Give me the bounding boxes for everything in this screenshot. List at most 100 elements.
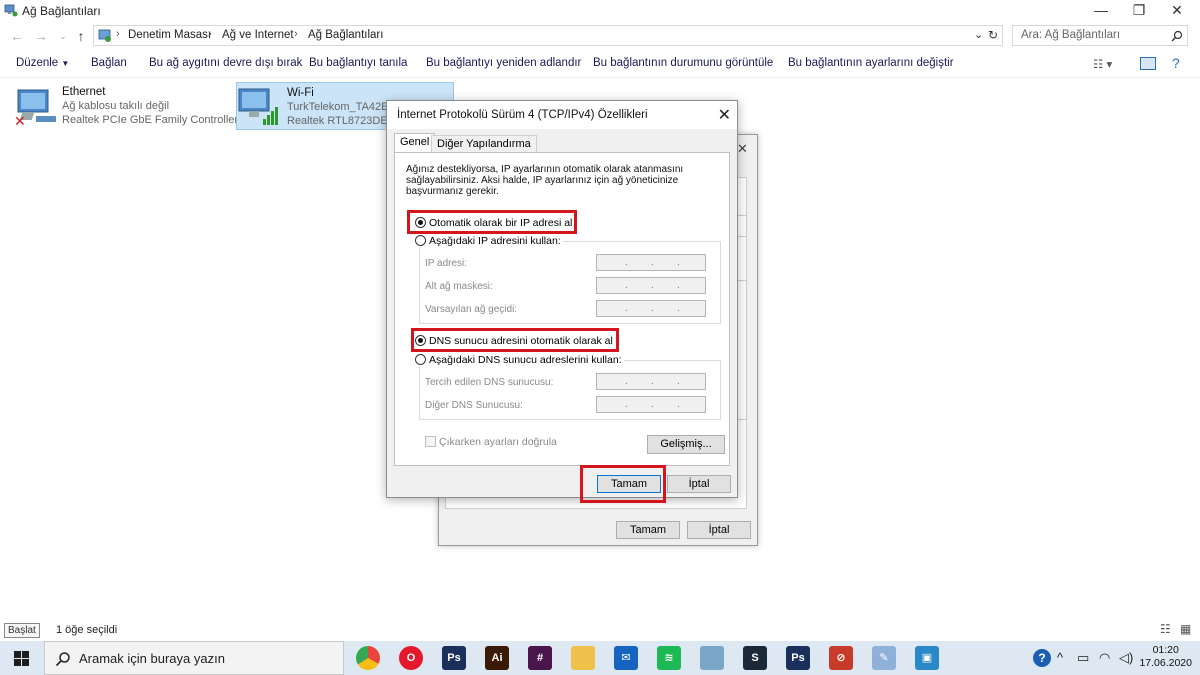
photoshop-2-app-icon[interactable]: Ps — [786, 646, 810, 670]
rename-button[interactable]: Bu bağlantıyı yeniden adlandır — [426, 57, 581, 69]
ok-button[interactable]: Tamam — [616, 521, 680, 539]
help-tray-icon[interactable]: ? — [1033, 649, 1051, 667]
start-button[interactable] — [0, 641, 44, 675]
address-bar[interactable]: › Denetim Masası › Ağ ve Internet › Ağ B… — [93, 25, 1003, 46]
auto-dns-radio[interactable]: DNS sunucu adresini otomatik olarak al — [415, 335, 613, 347]
mail-app-icon[interactable]: ✉ — [614, 646, 638, 670]
diagnose-button[interactable]: Bu bağlantıyı tanıla — [309, 57, 407, 69]
breadcrumb-network-connections[interactable]: Ağ Bağlantıları — [308, 29, 383, 41]
breadcrumb-separator: › — [294, 28, 298, 40]
network-connections-icon — [4, 4, 18, 17]
connection-name: Ethernet — [62, 86, 106, 98]
taskbar-search-placeholder: Aramak için buraya yazın — [79, 651, 225, 666]
view-options-icon[interactable]: ☷ ▾ — [1093, 57, 1112, 71]
connection-status: Ağ kablosu takılı değil — [62, 100, 170, 112]
slack-app-icon[interactable]: # — [528, 646, 552, 670]
address-row: ← → ⌄ ↑ › Denetim Masası › Ağ ve Interne… — [0, 24, 1200, 48]
refresh-icon[interactable]: ↻ — [988, 28, 998, 42]
command-bar: Düzenle ▼ Bağlan Bu ağ aygıtını devre dı… — [0, 50, 1200, 78]
cancel-button[interactable]: İptal — [667, 475, 731, 493]
breadcrumb-network-internet[interactable]: Ağ ve Internet — [222, 29, 294, 41]
up-arrow-icon[interactable]: ↑ — [72, 27, 90, 45]
search-icon — [55, 652, 70, 667]
preview-pane-icon[interactable] — [1140, 57, 1156, 70]
connection-name: Wi-Fi — [287, 87, 314, 99]
tab-alternate-configuration[interactable]: Diğer Yapılandırma — [431, 135, 537, 153]
file-explorer-app-icon[interactable] — [571, 646, 595, 670]
change-settings-button[interactable]: Bu bağlantının ayarlarını değiştir — [788, 57, 954, 69]
tab-general[interactable]: Genel — [394, 133, 436, 153]
search-icon — [1171, 30, 1183, 42]
dialog-title-bar: İnternet Protokolü Sürüm 4 (TCP/IPv4) Öz… — [387, 101, 737, 129]
recent-dropdown-icon[interactable]: ⌄ — [54, 27, 72, 45]
auto-ip-radio[interactable]: Otomatik olarak bir IP adresi al — [415, 217, 572, 229]
battery-icon[interactable]: ▭ — [1077, 650, 1089, 666]
app-12-app-icon[interactable]: ⊘ — [829, 646, 853, 670]
wifi-icon[interactable]: ◠ — [1099, 650, 1110, 666]
address-dropdown-icon[interactable]: ⌄ — [974, 28, 983, 41]
status-bar: Başlat 1 öğe seçildi ☷ ▦ — [0, 620, 1200, 640]
ethernet-adapter-icon: ✕ — [14, 89, 56, 126]
clock-time: 01:20 — [1152, 644, 1179, 656]
search-placeholder: Ara: Ağ Bağlantıları — [1021, 29, 1121, 41]
chrome-app-icon[interactable] — [356, 646, 380, 670]
organize-menu[interactable]: Düzenle ▼ — [16, 57, 69, 69]
cancel-button[interactable]: İptal — [687, 521, 751, 539]
manual-ip-radio[interactable]: Aşağıdaki IP adresini kullan: — [415, 235, 563, 247]
maximize-button[interactable]: ❐ — [1122, 0, 1156, 22]
forward-arrow-icon[interactable]: → — [32, 27, 50, 45]
taskbar-search-input[interactable]: Aramak için buraya yazın — [44, 641, 344, 675]
connection-status: TurkTelekom_TA42E — [287, 101, 389, 113]
details-view-icon[interactable]: ☷ — [1160, 622, 1171, 636]
radio-selected-icon — [415, 217, 426, 228]
ok-button[interactable]: Tamam — [597, 475, 661, 493]
windows-logo-icon — [14, 651, 29, 666]
illustrator-app-icon[interactable]: Ai — [485, 646, 509, 670]
subnet-mask-field: ... — [596, 277, 706, 294]
window-title: Ağ Bağlantıları — [22, 4, 101, 18]
ethernet-connection-item[interactable]: ✕ Ethernet Ağ kablosu takılı değil Realt… — [14, 82, 238, 130]
start-tooltip: Başlat — [4, 623, 40, 638]
disconnected-x-icon: ✕ — [14, 114, 26, 126]
checkbox-icon — [425, 436, 436, 447]
close-icon[interactable]: ✕ — [718, 105, 731, 125]
advanced-button[interactable]: Gelişmiş... — [647, 435, 725, 454]
close-icon[interactable]: ✕ — [737, 141, 748, 157]
photoshop-app-icon[interactable]: Ps — [442, 646, 466, 670]
breadcrumb-separator: › — [116, 28, 120, 40]
opera-app-icon[interactable]: O — [399, 646, 423, 670]
validate-on-exit-checkbox: Çıkarken ayarları doğrula — [425, 436, 557, 448]
disable-device-button[interactable]: Bu ağ aygıtını devre dışı bırak — [149, 57, 302, 69]
show-hidden-icons-icon[interactable]: ^ — [1057, 650, 1063, 665]
breadcrumb-control-panel[interactable]: Denetim Masası — [128, 29, 211, 41]
spotify-app-icon[interactable]: ≋ — [657, 646, 681, 670]
clock[interactable]: 01:20 17.06.2020 — [1139, 644, 1192, 670]
alternate-dns-field: ... — [596, 396, 706, 413]
clock-date: 17.06.2020 — [1139, 657, 1192, 669]
selection-count: 1 öğe seçildi — [56, 624, 118, 636]
radio-unselected-icon — [415, 235, 426, 246]
connect-button[interactable]: Bağlan — [91, 57, 127, 69]
view-status-button[interactable]: Bu bağlantının durumunu görüntüle — [593, 57, 773, 69]
general-tab-panel: Ağınız destekliyorsa, IP ayarlarının oto… — [394, 152, 730, 466]
taskbar: Aramak için buraya yazın O Ps Ai # ✉ ≋ S Ps ⊘ ✎ ▣ … — [0, 641, 1200, 675]
volume-icon[interactable]: ◁) — [1119, 650, 1133, 666]
manual-dns-radio[interactable]: Aşağıdaki DNS sunucu adreslerini kullan: — [415, 354, 624, 366]
alternate-dns-label: Diğer DNS Sunucusu: — [425, 400, 523, 411]
minimize-button[interactable]: — — [1084, 0, 1118, 22]
title-bar: Ağ Bağlantıları — ❐ ✕ — [0, 0, 1200, 22]
control-panel-icon — [98, 29, 111, 42]
back-arrow-icon[interactable]: ← — [8, 27, 26, 45]
radio-unselected-icon — [415, 354, 426, 365]
app-9-app-icon[interactable] — [700, 646, 724, 670]
chevron-down-icon: ▼ — [61, 59, 70, 68]
close-window-button[interactable]: ✕ — [1160, 0, 1194, 22]
help-icon[interactable]: ? — [1172, 55, 1180, 71]
steam-app-icon[interactable]: S — [743, 646, 767, 670]
description-text: Ağınız destekliyorsa, IP ayarlarının oto… — [406, 164, 684, 197]
subnet-mask-label: Alt ağ maskesi: — [425, 281, 493, 292]
control-panel-app-icon[interactable]: ▣ — [915, 646, 939, 670]
app-13-app-icon[interactable]: ✎ — [872, 646, 896, 670]
large-icons-view-icon[interactable]: ▦ — [1180, 622, 1191, 636]
search-input[interactable]: Ara: Ağ Bağlantıları — [1012, 25, 1188, 46]
